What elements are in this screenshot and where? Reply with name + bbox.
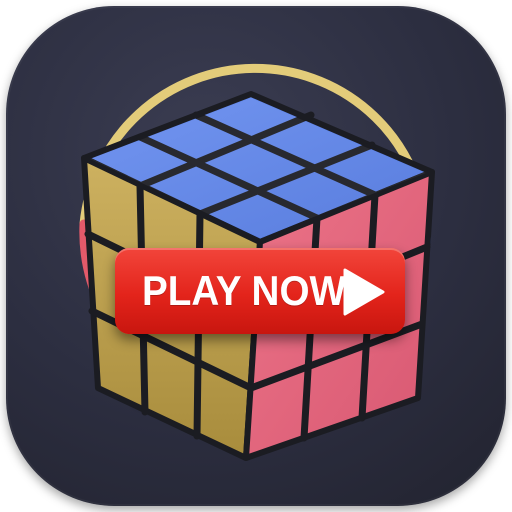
play-now-button[interactable]: PLAY NOW	[115, 248, 405, 334]
app-icon[interactable]: PLAY NOW	[6, 6, 506, 506]
play-now-label: PLAY NOW	[142, 267, 346, 314]
play-triangle-icon	[343, 268, 385, 316]
app-icon-stage: PLAY NOW	[0, 0, 512, 512]
